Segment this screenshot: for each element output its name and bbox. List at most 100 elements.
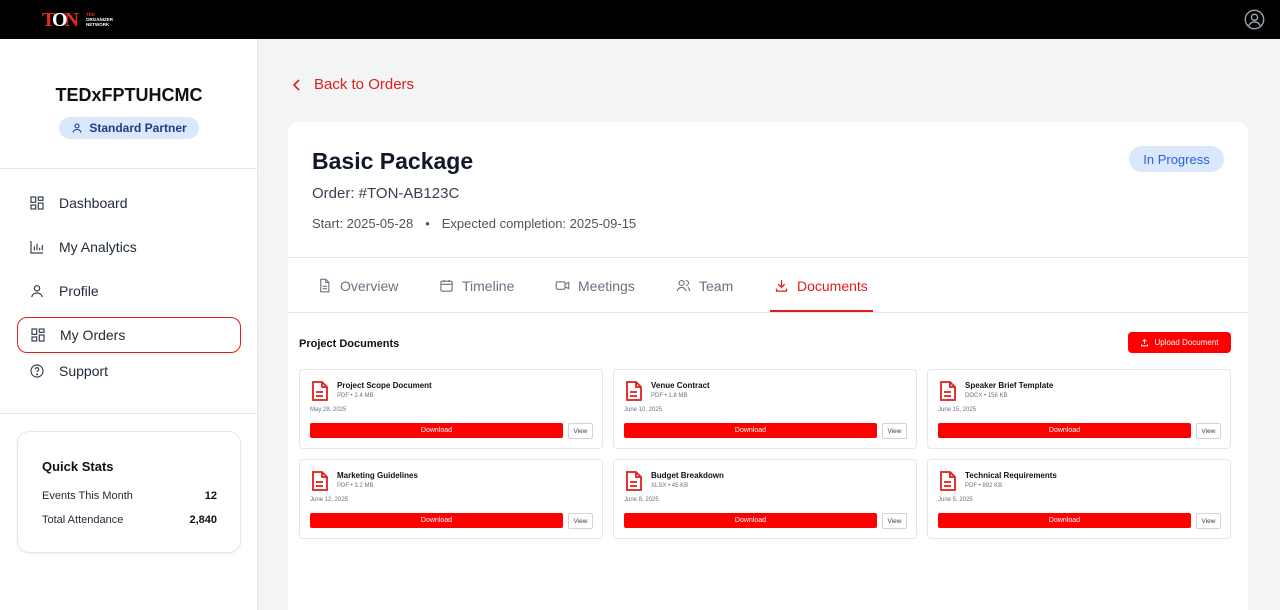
tab-team[interactable]: Team [676,258,733,313]
view-button[interactable]: View [1196,423,1221,439]
document-card: Technical Requirements PDF • 892 KB June… [927,459,1231,539]
document-card: Budget Breakdown XLSX • 45 KB June 8, 20… [613,459,917,539]
download-button[interactable]: Download [938,513,1191,528]
partner-badge-label: Standard Partner [89,121,187,135]
file-icon [940,381,956,401]
file-icon [940,471,956,491]
document-name: Budget Breakdown [651,471,724,480]
account-icon[interactable] [1244,9,1265,30]
tab-bar: Overview Timeline Meetings Team Document… [288,258,1248,313]
document-card: Speaker Brief Template DOCX • 156 KB Jun… [927,369,1231,449]
tab-label: Team [699,277,734,294]
sidebar-item-label: My Analytics [59,239,137,255]
stat-row: Total Attendance 2,840 [42,514,217,526]
download-icon [775,279,788,292]
view-button[interactable]: View [882,423,907,439]
view-button[interactable]: View [882,513,907,529]
bar-chart-icon [30,241,43,254]
file-icon [626,381,642,401]
view-button[interactable]: View [568,513,593,529]
sidebar-item-label: Support [59,363,109,379]
sidebar-item-label: Profile [59,283,99,299]
download-button[interactable]: Download [310,513,563,528]
document-date: June 12, 2025 [310,497,349,503]
download-button[interactable]: Download [624,423,877,438]
download-button[interactable]: Download [938,423,1191,438]
tab-label: Documents [797,277,868,294]
document-card: Venue Contract PDF • 1.8 MB June 10, 202… [613,369,917,449]
document-icon [320,278,330,293]
file-icon [626,471,642,491]
org-name: TEDxFPTUHCMC [55,85,203,105]
status-badge: In Progress [1129,146,1224,172]
tab-timeline[interactable]: Timeline [439,258,514,313]
tab-meetings[interactable]: Meetings [555,258,635,313]
logo-text: TED ORGANIZER NETWORK [86,12,113,27]
upload-label: Upload Document [1154,338,1219,347]
tab-label: Meetings [578,277,635,294]
chevron-left-icon [292,78,300,91]
sidebar: TEDxFPTUHCMC Standard Partner Dashboard … [0,39,258,610]
sidebar-divider [0,413,258,414]
user-icon [31,285,43,298]
order-dates: Start: 2025-05-28 • Expected completion:… [312,216,636,231]
partner-badge: Standard Partner [59,117,199,139]
file-icon [312,381,328,401]
document-date: June 5, 2025 [938,497,973,503]
sidebar-item-label: Dashboard [59,195,128,211]
back-to-orders-link[interactable]: Back to Orders [292,76,414,93]
download-button[interactable]: Download [310,423,563,438]
sidebar-item-profile[interactable]: Profile [17,273,241,309]
sidebar-item-analytics[interactable]: My Analytics [17,229,241,265]
document-meta: PDF • 892 KB [965,483,1003,489]
view-button[interactable]: View [568,423,593,439]
tab-label: Timeline [462,277,515,294]
sidebar-item-orders[interactable]: My Orders [17,317,241,353]
expected-date: Expected completion: 2025-09-15 [441,216,637,231]
document-meta: PDF • 3.2 MB [337,483,374,489]
video-icon [555,281,570,290]
quick-stats-title: Quick Stats [42,459,114,474]
help-circle-icon [30,364,44,378]
document-date: June 15, 2025 [938,407,977,413]
download-button[interactable]: Download [624,513,877,528]
calendar-icon [440,279,453,292]
file-icon [312,471,328,491]
sidebar-divider [0,168,258,169]
main-content: Back to Orders Basic Package Order: #TON… [258,39,1280,610]
active-tab-indicator [770,310,873,312]
dashboard-icon [30,196,44,210]
sidebar-item-support[interactable]: Support [17,353,241,389]
view-button[interactable]: View [1196,513,1221,529]
document-meta: PDF • 2.4 MB [337,393,374,399]
document-card: Project Scope Document PDF • 2.4 MB May … [299,369,603,449]
order-id: Order: #TON-AB123C [312,185,460,202]
document-date: June 8, 2025 [624,497,659,503]
sidebar-item-dashboard[interactable]: Dashboard [17,185,241,221]
user-icon [72,123,82,133]
orders-icon [31,328,45,342]
document-name: Speaker Brief Template [965,381,1054,390]
date-separator: • [425,216,430,231]
back-label: Back to Orders [314,76,415,93]
document-meta: DOCX • 156 KB [965,393,1008,399]
tab-documents[interactable]: Documents [774,258,868,313]
document-card: Marketing Guidelines PDF • 3.2 MB June 1… [299,459,603,539]
stat-value: 12 [204,490,217,502]
top-bar: TON TED ORGANIZER NETWORK [0,0,1280,39]
document-name: Marketing Guidelines [337,471,418,480]
order-panel: Basic Package Order: #TON-AB123C Start: … [288,122,1248,610]
document-name: Venue Contract [651,381,710,390]
upload-document-button[interactable]: Upload Document [1128,332,1231,353]
package-title: Basic Package [312,148,474,174]
document-meta: XLSX • 45 KB [651,483,689,489]
tab-overview[interactable]: Overview [317,258,398,313]
document-name: Technical Requirements [965,471,1057,480]
stat-label: Total Attendance [42,514,124,526]
document-meta: PDF • 1.8 MB [651,393,688,399]
upload-icon [1141,338,1149,347]
document-date: June 10, 2025 [624,407,663,413]
sidebar-item-label: My Orders [60,327,126,343]
stat-row: Events This Month 12 [42,490,217,502]
brand-logo[interactable]: TON TED ORGANIZER NETWORK [42,9,118,31]
